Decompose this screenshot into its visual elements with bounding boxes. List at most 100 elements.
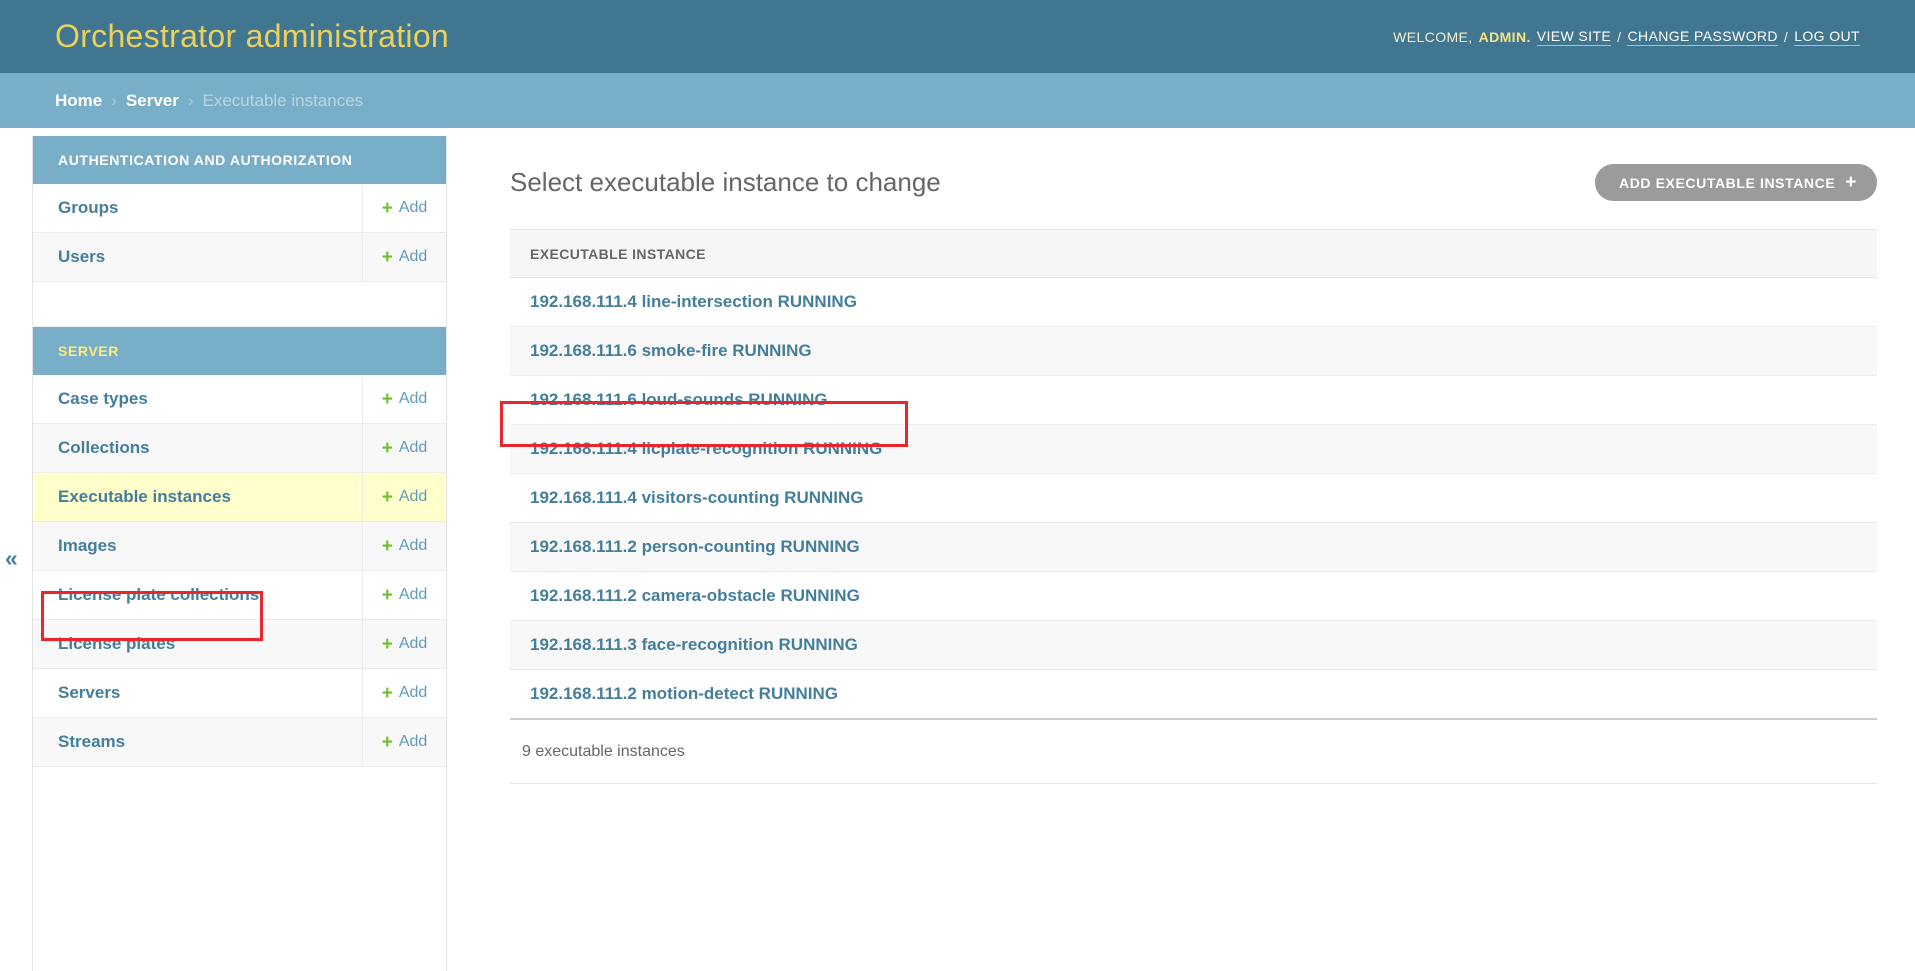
change-password-link[interactable]: CHANGE PASSWORD bbox=[1627, 28, 1777, 46]
username: ADMIN. bbox=[1479, 29, 1531, 45]
sidebar-item-groups-link[interactable]: Groups bbox=[58, 198, 118, 218]
instance-link[interactable]: 192.168.111.4 licplate-recognition RUNNI… bbox=[530, 439, 882, 459]
table-rows: 192.168.111.4 line-intersection RUNNING … bbox=[510, 278, 1877, 719]
sidebar-item-case-types-link[interactable]: Case types bbox=[58, 389, 148, 409]
add-streams-link[interactable]: Add bbox=[399, 733, 427, 751]
table-row: 192.168.111.4 licplate-recognition RUNNI… bbox=[510, 425, 1877, 474]
sidebar-item-users: Users + Add bbox=[33, 233, 446, 282]
breadcrumb-separator-icon: › bbox=[111, 91, 117, 111]
welcome-text: WELCOME, bbox=[1393, 29, 1472, 45]
sidebar-item-license-plates-link[interactable]: License plates bbox=[58, 634, 175, 654]
view-site-link[interactable]: VIEW SITE bbox=[1537, 28, 1611, 46]
plus-icon: + bbox=[382, 488, 393, 507]
table-row: 192.168.111.3 face-recognition RUNNING bbox=[510, 621, 1877, 670]
sidebar-item-users-link[interactable]: Users bbox=[58, 247, 105, 267]
sidebar-item-executable-instances: Executable instances + Add bbox=[33, 473, 446, 522]
table-column-header: EXECUTABLE INSTANCE bbox=[510, 229, 1877, 278]
instance-link[interactable]: 192.168.111.6 loud-sounds RUNNING bbox=[530, 390, 828, 410]
sidebar-item-streams-add: + Add bbox=[362, 718, 446, 766]
sidebar-item-groups: Groups + Add bbox=[33, 184, 446, 233]
instance-link[interactable]: 192.168.111.2 person-counting RUNNING bbox=[530, 537, 860, 557]
sidebar-item-license-plates: License plates + Add bbox=[33, 620, 446, 669]
sidebar-item-executable-instances-link[interactable]: Executable instances bbox=[58, 487, 231, 507]
sidebar-item-images-link[interactable]: Images bbox=[58, 536, 117, 556]
sidebar-item-license-plate-collections: License plate collections + Add bbox=[33, 571, 446, 620]
add-servers-link[interactable]: Add bbox=[399, 684, 427, 702]
breadcrumb-home[interactable]: Home bbox=[55, 91, 102, 111]
sidebar-item-case-types: Case types + Add bbox=[33, 375, 446, 424]
instance-link[interactable]: 192.168.111.2 camera-obstacle RUNNING bbox=[530, 586, 860, 606]
breadcrumb: Home › Server › Executable instances bbox=[0, 73, 1915, 128]
table-row: 192.168.111.2 person-counting RUNNING bbox=[510, 523, 1877, 572]
plus-icon: + bbox=[382, 586, 393, 605]
log-out-link[interactable]: LOG OUT bbox=[1794, 28, 1860, 46]
breadcrumb-current: Executable instances bbox=[203, 91, 364, 111]
plus-icon: + bbox=[382, 439, 393, 458]
table-row: 192.168.111.4 line-intersection RUNNING bbox=[510, 278, 1877, 327]
main-content: Select executable instance to change ADD… bbox=[447, 128, 1915, 971]
table-row: 192.168.111.6 smoke-fire RUNNING bbox=[510, 327, 1877, 376]
sidebar-item-executable-instances-add: + Add bbox=[362, 473, 446, 521]
site-title[interactable]: Orchestrator administration bbox=[55, 18, 449, 55]
plus-icon: + bbox=[382, 199, 393, 218]
sidebar-auth-items: Groups + Add Users + Add bbox=[33, 184, 446, 282]
sidebar-item-servers-add: + Add bbox=[362, 669, 446, 717]
plus-icon: + bbox=[382, 733, 393, 752]
sidebar-module-gap bbox=[33, 282, 446, 327]
page-title: Select executable instance to change bbox=[510, 167, 941, 198]
app-header: Orchestrator administration WELCOME, ADM… bbox=[0, 0, 1915, 73]
breadcrumb-server[interactable]: Server bbox=[126, 91, 179, 111]
sidebar: AUTHENTICATION AND AUTHORIZATION Groups … bbox=[32, 136, 447, 971]
sidebar-item-servers: Servers + Add bbox=[33, 669, 446, 718]
table-row: 192.168.111.6 loud-sounds RUNNING bbox=[510, 376, 1877, 425]
plus-icon: + bbox=[382, 537, 393, 556]
sidebar-item-license-plate-collections-add: + Add bbox=[362, 571, 446, 619]
add-collections-link[interactable]: Add bbox=[399, 439, 427, 457]
instance-count: 9 executable instances bbox=[522, 743, 685, 761]
sidebar-collapse-icon[interactable]: « bbox=[5, 545, 18, 572]
sidebar-item-collections-add: + Add bbox=[362, 424, 446, 472]
add-groups-link[interactable]: Add bbox=[399, 199, 427, 217]
sidebar-section-server: SERVER bbox=[33, 327, 446, 375]
breadcrumb-separator-icon: › bbox=[188, 91, 194, 111]
instance-link[interactable]: 192.168.111.4 line-intersection RUNNING bbox=[530, 292, 857, 312]
link-separator: / bbox=[1617, 29, 1621, 45]
sidebar-item-collections-link[interactable]: Collections bbox=[58, 438, 150, 458]
sidebar-item-images: Images + Add bbox=[33, 522, 446, 571]
left-gutter: « bbox=[0, 128, 32, 971]
add-executable-instance-button[interactable]: ADD EXECUTABLE INSTANCE + bbox=[1595, 164, 1877, 201]
column-header-executable-instance[interactable]: EXECUTABLE INSTANCE bbox=[530, 246, 706, 262]
sidebar-item-streams-link[interactable]: Streams bbox=[58, 732, 125, 752]
table-row: 192.168.111.2 motion-detect RUNNING bbox=[510, 670, 1877, 719]
add-users-link[interactable]: Add bbox=[399, 248, 427, 266]
plus-icon: + bbox=[1845, 173, 1857, 192]
add-images-link[interactable]: Add bbox=[399, 537, 427, 555]
sidebar-item-images-add: + Add bbox=[362, 522, 446, 570]
sidebar-section-server-link[interactable]: SERVER bbox=[58, 343, 119, 359]
link-separator: / bbox=[1784, 29, 1788, 45]
instance-link[interactable]: 192.168.111.6 smoke-fire RUNNING bbox=[530, 341, 812, 361]
add-case-types-link[interactable]: Add bbox=[399, 390, 427, 408]
table-footer: 9 executable instances bbox=[510, 718, 1877, 784]
sidebar-section-auth: AUTHENTICATION AND AUTHORIZATION bbox=[33, 136, 446, 184]
table-row: 192.168.111.2 camera-obstacle RUNNING bbox=[510, 572, 1877, 621]
add-license-plate-collections-link[interactable]: Add bbox=[399, 586, 427, 604]
sidebar-item-license-plate-collections-link[interactable]: License plate collections bbox=[58, 585, 259, 605]
instance-link[interactable]: 192.168.111.4 visitors-counting RUNNING bbox=[530, 488, 864, 508]
user-tools: WELCOME, ADMIN. VIEW SITE / CHANGE PASSW… bbox=[1393, 28, 1860, 46]
sidebar-item-groups-add: + Add bbox=[362, 184, 446, 232]
add-executable-instances-link[interactable]: Add bbox=[399, 488, 427, 506]
sidebar-server-items: Case types + Add Collections + Add Execu… bbox=[33, 375, 446, 767]
add-button-label: ADD EXECUTABLE INSTANCE bbox=[1619, 175, 1835, 191]
sidebar-item-license-plates-add: + Add bbox=[362, 620, 446, 668]
executable-instances-table: EXECUTABLE INSTANCE 192.168.111.4 line-i… bbox=[510, 229, 1877, 784]
sidebar-item-servers-link[interactable]: Servers bbox=[58, 683, 120, 703]
sidebar-item-collections: Collections + Add bbox=[33, 424, 446, 473]
add-license-plates-link[interactable]: Add bbox=[399, 635, 427, 653]
plus-icon: + bbox=[382, 635, 393, 654]
instance-link[interactable]: 192.168.111.2 motion-detect RUNNING bbox=[530, 684, 838, 704]
table-row: 192.168.111.4 visitors-counting RUNNING bbox=[510, 474, 1877, 523]
plus-icon: + bbox=[382, 684, 393, 703]
instance-link[interactable]: 192.168.111.3 face-recognition RUNNING bbox=[530, 635, 858, 655]
sidebar-section-auth-link[interactable]: AUTHENTICATION AND AUTHORIZATION bbox=[58, 152, 353, 168]
